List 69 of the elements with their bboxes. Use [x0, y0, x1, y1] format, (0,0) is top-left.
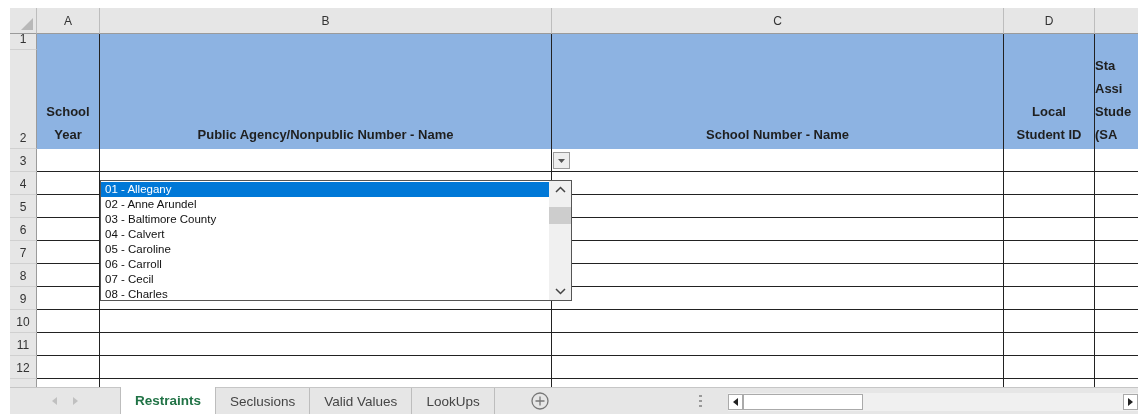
- row-header[interactable]: 11: [10, 333, 37, 356]
- header-text: School Number - Name: [706, 126, 849, 144]
- sheet-tab[interactable]: Restraints: [120, 387, 217, 414]
- cell[interactable]: [552, 310, 1004, 333]
- cell[interactable]: [552, 149, 1004, 172]
- cell[interactable]: [552, 333, 1004, 356]
- row-header[interactable]: 4: [10, 172, 37, 195]
- horizontal-scroll-thumb[interactable]: [743, 394, 863, 410]
- scroll-thumb[interactable]: [549, 207, 571, 224]
- add-sheet-icon[interactable]: [530, 392, 549, 410]
- scroll-up-icon[interactable]: [554, 186, 566, 193]
- header-text: Public Agency/Nonpublic Number - Name: [197, 126, 454, 144]
- dropdown-item[interactable]: 06 - Carroll: [101, 257, 549, 272]
- dropdown-button[interactable]: [553, 152, 570, 169]
- header-text: Year: [54, 126, 82, 144]
- row-header[interactable]: 12: [10, 356, 37, 379]
- row-header[interactable]: 3: [10, 149, 37, 172]
- cell[interactable]: [552, 356, 1004, 379]
- row-header[interactable]: 5: [10, 195, 37, 218]
- cell[interactable]: [37, 310, 100, 333]
- cell[interactable]: [1004, 333, 1095, 356]
- cell[interactable]: [37, 333, 100, 356]
- cell[interactable]: [1004, 149, 1095, 172]
- dropdown-item[interactable]: 05 - Caroline: [101, 242, 549, 257]
- corner-triangle-icon: [21, 18, 33, 30]
- scroll-left-button[interactable]: [728, 394, 743, 410]
- dropdown-item[interactable]: 03 - Baltimore County: [101, 212, 549, 227]
- column-header[interactable]: B: [100, 8, 552, 34]
- cell[interactable]: [1004, 356, 1095, 379]
- dropdown-item[interactable]: 07 - Cecil: [101, 272, 549, 287]
- cell[interactable]: [100, 356, 552, 379]
- right-triangle-icon: [1128, 398, 1133, 406]
- dropdown-item[interactable]: 01 - Allegany: [101, 182, 549, 197]
- cell[interactable]: [100, 333, 552, 356]
- column-header[interactable]: A: [37, 8, 100, 34]
- split-handle-icon[interactable]: [698, 394, 702, 408]
- row-header[interactable]: 9: [10, 287, 37, 310]
- dropdown-item[interactable]: 04 - Calvert: [101, 227, 549, 242]
- header-text: School: [46, 103, 90, 121]
- cell[interactable]: [1004, 218, 1095, 241]
- scroll-down-icon[interactable]: [554, 288, 566, 295]
- row-header[interactable]: 6: [10, 218, 37, 241]
- header-text: Stude: [1095, 103, 1132, 121]
- cell[interactable]: [37, 356, 100, 379]
- dropdown-item[interactable]: 08 - Charles: [101, 287, 549, 302]
- cell[interactable]: [100, 310, 552, 333]
- header-text: Local: [1032, 103, 1066, 121]
- cell[interactable]: [1004, 241, 1095, 264]
- cell[interactable]: [1004, 264, 1095, 287]
- row-header[interactable]: 7: [10, 241, 37, 264]
- cell[interactable]: [1004, 287, 1095, 310]
- cell[interactable]: [1004, 195, 1095, 218]
- row-header[interactable]: 8: [10, 264, 37, 287]
- cell[interactable]: [1004, 172, 1095, 195]
- dropdown-item[interactable]: 02 - Anne Arundel: [101, 197, 549, 212]
- header-text: Student ID: [1016, 126, 1082, 144]
- scroll-right-button[interactable]: [1123, 394, 1138, 410]
- header-text: (SA: [1095, 126, 1118, 144]
- header-text: Sta: [1095, 57, 1116, 75]
- row-header[interactable]: 10: [10, 310, 37, 333]
- cell[interactable]: [1004, 310, 1095, 333]
- column-header[interactable]: C: [552, 8, 1004, 34]
- caret-icon: [558, 158, 565, 163]
- column-header[interactable]: D: [1004, 8, 1095, 34]
- row-header[interactable]: 1: [10, 34, 37, 50]
- left-triangle-icon: [733, 398, 738, 406]
- row-header[interactable]: 2: [10, 50, 37, 149]
- cell[interactable]: [37, 149, 100, 172]
- header-text: Assi: [1095, 80, 1123, 98]
